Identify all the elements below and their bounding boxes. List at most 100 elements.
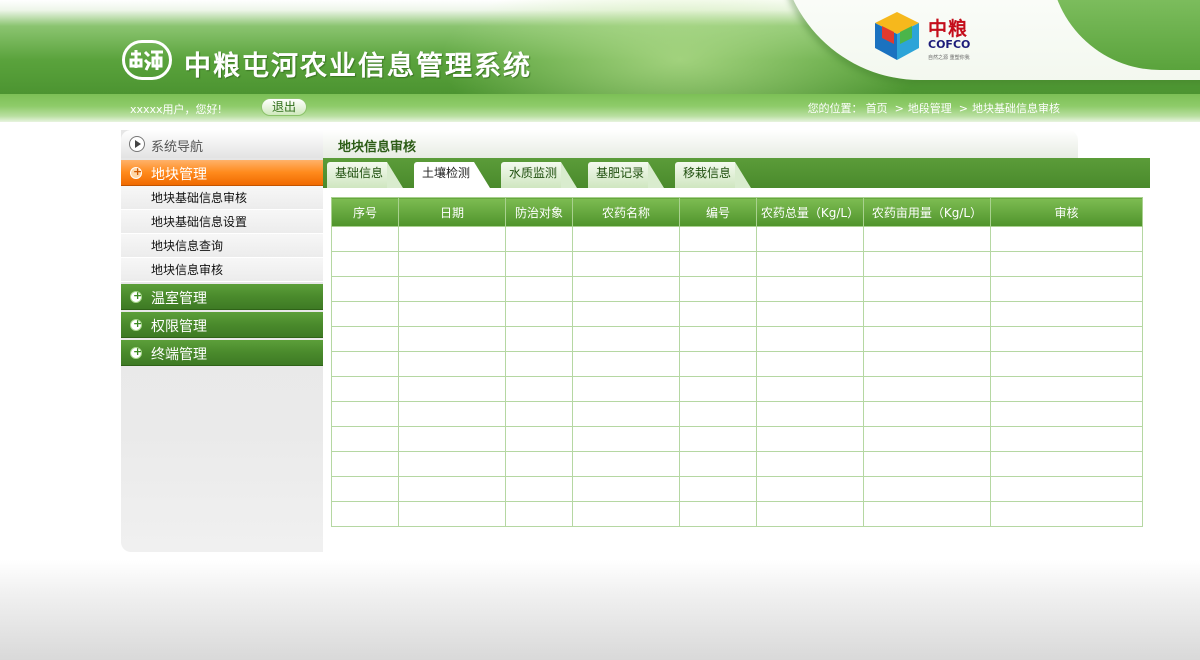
table-row: [331, 226, 1143, 252]
table-cell: [398, 476, 506, 502]
table-cell: [863, 451, 991, 477]
sidebar-item-plot-basic-settings[interactable]: 地块基础信息设置: [121, 210, 323, 234]
column-header-index: 序号: [331, 197, 399, 227]
breadcrumb-item-section[interactable]: 地段管理: [908, 102, 952, 115]
breadcrumb-item-home[interactable]: 首页: [866, 102, 888, 115]
table-cell: [572, 401, 680, 427]
table-cell: [398, 401, 506, 427]
table-cell: [505, 251, 573, 277]
table-cell: [990, 276, 1143, 302]
sidebar-group-greenhouse[interactable]: 温室管理: [121, 284, 323, 310]
table-cell: [505, 476, 573, 502]
cofco-cube-icon: [875, 12, 919, 60]
table-row: [331, 251, 1143, 277]
plus-circle-icon: [130, 317, 142, 331]
table-cell: [398, 326, 506, 352]
table-cell: [331, 401, 399, 427]
table-cell: [756, 301, 864, 327]
table-cell: [863, 401, 991, 427]
breadcrumb: 您的位置： 首页 > 地段管理 > 地块基础信息审核: [808, 100, 1063, 116]
table-cell: [572, 276, 680, 302]
table-cell: [331, 351, 399, 377]
sidebar-group-label: 终端管理: [151, 347, 207, 363]
table-cell: [505, 451, 573, 477]
table-cell: [990, 451, 1143, 477]
table-cell: [331, 326, 399, 352]
tab-basic-info[interactable]: 基础信息: [327, 162, 403, 188]
app-title: 中粮屯河农业信息管理系统: [184, 51, 532, 82]
main-title-bar: 地块信息审核: [323, 130, 1078, 158]
tab-soil-testing[interactable]: 土壤检测: [414, 162, 490, 188]
table-cell: [756, 501, 864, 527]
table-row: [331, 401, 1143, 427]
table-cell: [398, 276, 506, 302]
column-header-code: 编号: [679, 197, 757, 227]
table-cell: [398, 451, 506, 477]
cofco-brand: 中粮 COFCO 自然之源 重塑你我: [872, 10, 982, 65]
table-cell: [331, 251, 399, 277]
table-body: [331, 226, 1143, 527]
table-cell: [505, 376, 573, 402]
plus-circle-icon: [130, 345, 142, 359]
table-cell: [331, 226, 399, 252]
column-header-per-mu-amount: 农药亩用量（Kg/L）: [863, 197, 991, 227]
table-cell: [756, 276, 864, 302]
table-cell: [505, 501, 573, 527]
sidebar-item-plot-basic-review[interactable]: 地块基础信息审核: [121, 186, 323, 210]
table-cell: [572, 451, 680, 477]
table-cell: [572, 226, 680, 252]
table-cell: [572, 351, 680, 377]
table-cell: [863, 226, 991, 252]
table-cell: [679, 251, 757, 277]
table-cell: [756, 226, 864, 252]
table-cell: [679, 501, 757, 527]
plus-circle-icon: [130, 289, 142, 303]
table-row: [331, 426, 1143, 452]
table-cell: [679, 351, 757, 377]
content-panel: 序号 日期 防治对象 农药名称 编号 农药总量（Kg/L） 农药亩用量（Kg/L…: [323, 188, 1150, 552]
tab-transplant-info[interactable]: 移栽信息: [675, 162, 751, 188]
table-cell: [572, 426, 680, 452]
tab-base-fertilizer[interactable]: 基肥记录: [588, 162, 664, 188]
user-greeting: xxxxx用户，您好!: [130, 103, 222, 116]
table-cell: [756, 251, 864, 277]
sidebar-group-plot-management[interactable]: 地块管理: [121, 160, 323, 186]
sidebar-group-label: 权限管理: [151, 319, 207, 335]
table-cell: [331, 376, 399, 402]
table-cell: [756, 326, 864, 352]
table-cell: [679, 226, 757, 252]
table-cell: [863, 476, 991, 502]
table-cell: [990, 351, 1143, 377]
table-cell: [679, 401, 757, 427]
sidebar-group-label: 温室管理: [151, 291, 207, 307]
sidebar-title: 系统导航: [151, 140, 204, 155]
table-cell: [679, 301, 757, 327]
tab-water-monitoring[interactable]: 水质监测: [501, 162, 577, 188]
column-header-pesticide-name: 农药名称: [572, 197, 680, 227]
table-cell: [990, 326, 1143, 352]
table-cell: [398, 376, 506, 402]
table-cell: [756, 426, 864, 452]
table-cell: [331, 476, 399, 502]
table-cell: [398, 226, 506, 252]
logout-button[interactable]: 退出: [261, 98, 307, 116]
sidebar-item-plot-query[interactable]: 地块信息查询: [121, 234, 323, 258]
table-cell: [990, 251, 1143, 277]
table-cell: [331, 426, 399, 452]
table-cell: [331, 451, 399, 477]
sidebar-group-terminals[interactable]: 终端管理: [121, 340, 323, 366]
table-cell: [572, 501, 680, 527]
table-cell: [990, 476, 1143, 502]
table-cell: [572, 476, 680, 502]
table-cell: [863, 501, 991, 527]
chevron-right-icon: >: [894, 102, 904, 115]
sidebar-item-plot-review[interactable]: 地块信息审核: [121, 258, 323, 282]
table-row: [331, 376, 1143, 402]
page-title: 地块信息审核: [338, 140, 417, 155]
table-cell: [572, 326, 680, 352]
table-cell: [398, 351, 506, 377]
sidebar-group-permissions[interactable]: 权限管理: [121, 312, 323, 338]
table-cell: [679, 376, 757, 402]
table-cell: [331, 501, 399, 527]
table-cell: [679, 426, 757, 452]
